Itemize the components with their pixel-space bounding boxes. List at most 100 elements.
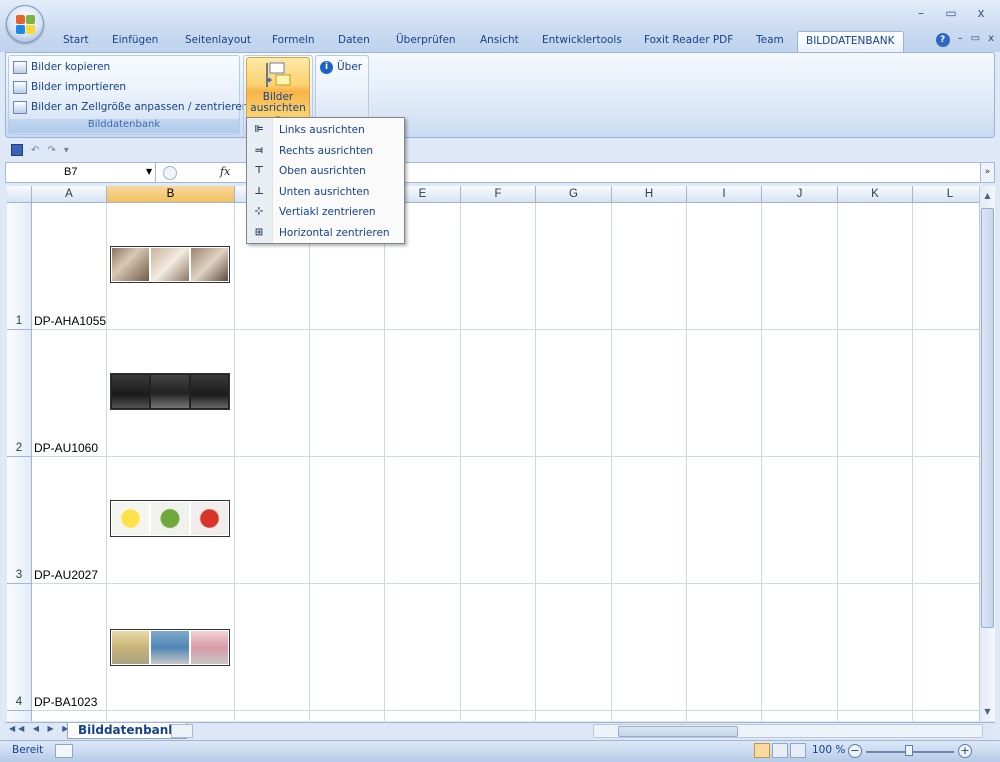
column-header-b[interactable]: B [107, 186, 235, 203]
center-vertical-icon: ⊹ [254, 206, 264, 217]
page-layout-view-icon[interactable] [772, 743, 788, 758]
column-header-i[interactable]: I [687, 186, 762, 203]
ribbon-restore-button[interactable]: ▭ [971, 33, 980, 47]
row-header-4[interactable]: 4 [7, 584, 32, 711]
macro-record-icon[interactable] [55, 744, 73, 758]
title-bar: – ▭ x Start Einfügen Seitenlayout Formel… [0, 0, 1000, 52]
column-header-g[interactable]: G [536, 186, 612, 203]
tab-foxit-reader-pdf[interactable]: Foxit Reader PDF [640, 31, 737, 52]
group-label-bilddatenbank: Bilddatenbank [9, 119, 239, 133]
menu-item-label: Rechts ausrichten [279, 144, 374, 157]
tab-formeln[interactable]: Formeln [268, 31, 318, 52]
tab-daten[interactable]: Daten [334, 31, 374, 52]
column-header-l[interactable]: L [913, 186, 979, 203]
ausrichten-dropdown-menu: ⊫ Links ausrichten ⫤ Rechts ausrichten ⊤… [246, 117, 405, 244]
menu-item-vertikal-zentrieren[interactable]: ⊹ Vertiakl zentrieren [247, 202, 404, 223]
ribbon-tabs: Start Einfügen Seitenlayout Formeln Date… [0, 31, 1000, 52]
column-header-h[interactable]: H [612, 186, 687, 203]
row-header-2[interactable]: 2 [7, 330, 32, 457]
tab-team[interactable]: Team [752, 31, 788, 52]
menu-item-label: Vertiakl zentrieren [279, 206, 376, 218]
minimize-button[interactable]: – [908, 6, 934, 22]
column-header-a[interactable]: A [32, 186, 107, 203]
tab-start[interactable]: Start [59, 31, 93, 52]
insert-sheet-icon[interactable] [171, 724, 193, 738]
undo-button[interactable]: ↶ [31, 145, 39, 156]
maximize-button[interactable]: ▭ [938, 6, 964, 22]
row-header-5[interactable] [7, 711, 32, 721]
page-break-view-icon[interactable] [790, 743, 806, 758]
name-box[interactable]: B7 [6, 163, 156, 182]
column-header-f[interactable]: F [461, 186, 536, 203]
status-bar: Bereit 100 % − + [0, 740, 1000, 762]
window-controls: – ▭ x [908, 6, 994, 22]
row-header-3[interactable]: 3 [7, 457, 32, 584]
help-icon[interactable]: ? [935, 33, 950, 47]
align-bottom-icon: ⊥ [254, 185, 264, 197]
copy-images-icon [13, 60, 27, 74]
horizontal-scrollbar[interactable] [593, 724, 983, 738]
vertical-scroll-thumb[interactable] [981, 208, 994, 628]
bilder-kopieren-button[interactable]: Bilder kopieren [13, 58, 110, 76]
menu-item-links-ausrichten[interactable]: ⊫ Links ausrichten [247, 120, 404, 141]
expand-formula-bar-icon[interactable]: » [980, 163, 994, 182]
column-header-j[interactable]: J [762, 186, 838, 203]
menu-item-oben-ausrichten[interactable]: ⊤ Oben ausrichten [247, 161, 404, 182]
select-all-corner[interactable] [7, 186, 32, 203]
normal-view-icon[interactable] [754, 743, 770, 758]
insert-function-button[interactable]: fx [220, 165, 230, 178]
row-header-1[interactable]: 1 [7, 203, 32, 330]
zoom-in-icon[interactable]: + [958, 744, 972, 758]
ribbon-minimize-button[interactable]: – [958, 33, 963, 47]
customize-qat-button[interactable]: ▾ [64, 145, 69, 156]
fit-images-icon [13, 100, 27, 114]
zoom-out-icon[interactable]: − [848, 744, 862, 758]
menu-item-rechts-ausrichten[interactable]: ⫤ Rechts ausrichten [247, 141, 404, 162]
menu-item-label: Oben ausrichten [279, 165, 366, 177]
scroll-down-icon[interactable]: ▼ [980, 704, 995, 719]
bilder-importieren-button[interactable]: Bilder importieren [13, 78, 126, 96]
tab-einfuegen[interactable]: Einfügen [108, 31, 162, 52]
image-stones-thumbnail[interactable] [110, 246, 230, 283]
group-bilddatenbank: Bilder kopieren Bilder importieren Bilde… [8, 55, 248, 135]
horizontal-scroll-thumb[interactable] [618, 726, 738, 737]
menu-item-unten-ausrichten[interactable]: ⊥ Unten ausrichten [247, 182, 404, 203]
save-icon[interactable] [11, 144, 23, 156]
align-left-icon: ⊫ [254, 124, 264, 135]
align-top-icon: ⊤ [254, 165, 264, 176]
center-horizontal-icon: ⊞ [254, 226, 264, 238]
zoom-slider-thumb[interactable] [905, 745, 913, 756]
tab-bilddatenbank[interactable]: BILDDATENBANK [797, 31, 904, 52]
align-right-icon: ⫤ [255, 144, 263, 156]
bilder-anpassen-button[interactable]: Bilder an Zellgröße anpassen / zentriere… [13, 98, 248, 116]
tab-entwicklertools[interactable]: Entwicklertools [538, 31, 626, 52]
tab-ansicht[interactable]: Ansicht [476, 31, 523, 52]
image-bridge-thumbnail[interactable] [110, 373, 230, 410]
tab-ueberpruefen[interactable]: Überprüfen [392, 31, 460, 52]
bilder-anpassen-label: Bilder an Zellgröße anpassen / zentriere… [31, 101, 249, 113]
cell-a3[interactable]: DP-AU2027 [34, 568, 98, 582]
cell-a4[interactable]: DP-BA1023 [34, 695, 97, 709]
sheet-tab-bar: ◀◀ ◀ ▶ ▶▶ Bilddatenbank [5, 722, 995, 739]
cancel-formula-icon[interactable] [163, 166, 177, 180]
menu-item-label: Horizontal zentrieren [279, 226, 390, 239]
close-button[interactable]: x [968, 6, 994, 22]
image-fruits-thumbnail[interactable] [110, 500, 230, 537]
sheet-tab-bilddatenbank[interactable]: Bilddatenbank [67, 723, 188, 739]
ueber-button[interactable]: i Über [320, 58, 362, 76]
bilder-ausrichten-button[interactable]: Bilder ausrichten ▾ [246, 57, 310, 125]
menu-item-label: Links ausrichten [279, 124, 365, 136]
image-cars-thumbnail[interactable] [110, 629, 230, 666]
cell-a1[interactable]: DP-AHA1055 [34, 314, 106, 328]
name-box-dropdown-icon[interactable]: ▼ [146, 167, 152, 176]
bilder-kopieren-label: Bilder kopieren [31, 61, 111, 73]
vertical-scrollbar[interactable]: ▲ ▼ [979, 186, 995, 721]
redo-button[interactable]: ↷ [47, 145, 55, 156]
cell-a2[interactable]: DP-AU1060 [34, 441, 98, 455]
scroll-up-icon[interactable]: ▲ [980, 188, 995, 203]
zoom-level[interactable]: 100 % [812, 744, 845, 756]
ribbon-close-button[interactable]: x [988, 33, 994, 47]
tab-seitenlayout[interactable]: Seitenlayout [181, 31, 255, 52]
menu-item-horizontal-zentrieren[interactable]: ⊞ Horizontal zentrieren [247, 223, 404, 244]
column-header-k[interactable]: K [838, 186, 913, 203]
